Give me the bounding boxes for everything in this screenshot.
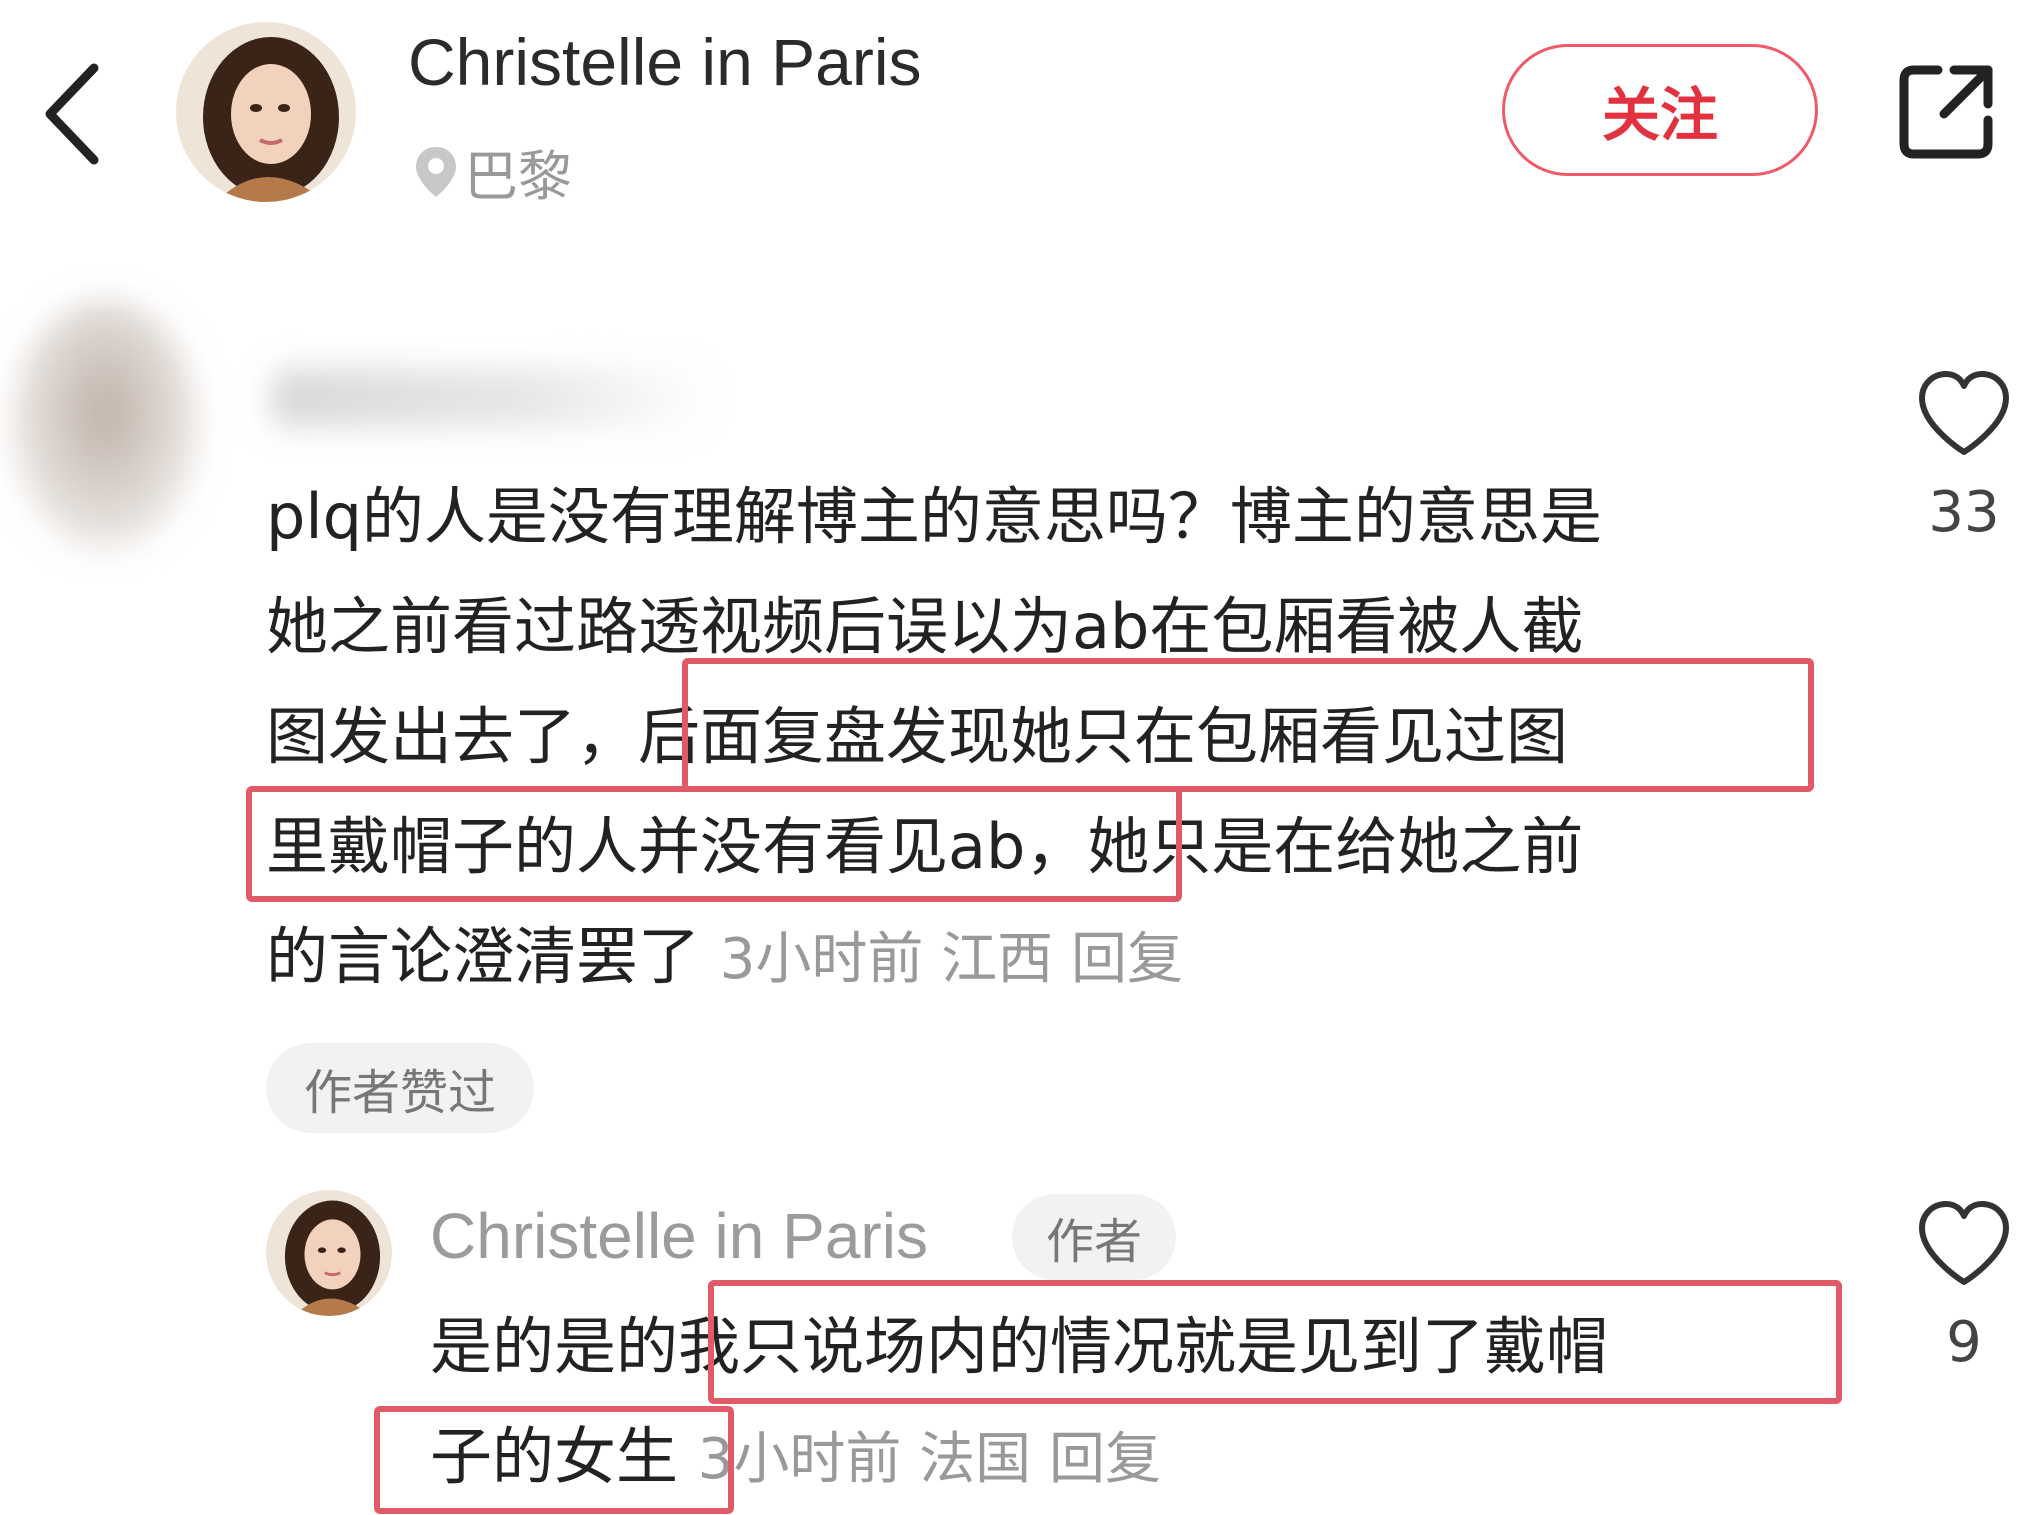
comment-line-5: 的言论澄清罢了 3小时前 江西 回复 [266, 902, 1183, 1015]
heart-icon[interactable] [1914, 368, 2014, 458]
follow-button[interactable]: 关注 [1502, 44, 1818, 176]
author-liked-badge: 作者赞过 [266, 1043, 534, 1133]
author-tag: 作者 [1012, 1194, 1176, 1280]
highlight-box [682, 658, 1814, 792]
location-pin-icon [416, 147, 456, 197]
reply-meta[interactable]: 3小时前 法国 回复 [698, 1427, 1161, 1492]
reply-author-avatar[interactable] [266, 1190, 392, 1316]
reply-author-name[interactable]: Christelle in Paris [430, 1196, 928, 1276]
commenter-avatar-blurred [10, 300, 200, 550]
location-label: 巴黎 [464, 144, 572, 208]
comment-meta[interactable]: 3小时前 江西 回复 [720, 927, 1183, 992]
author-avatar[interactable] [176, 22, 356, 202]
highlight-box [246, 786, 1182, 902]
heart-icon[interactable] [1914, 1198, 2014, 1288]
comment-like-count: 33 [1928, 480, 2000, 545]
share-icon[interactable] [1894, 60, 1998, 164]
comment-line-1: plq的人是没有理解博主的意思吗？博主的意思是 [266, 480, 1602, 553]
commenter-name-blurred [270, 368, 710, 428]
back-icon[interactable] [38, 58, 108, 170]
comment-line-5-text: 的言论澄清罢了 [266, 920, 701, 993]
highlight-box [374, 1406, 734, 1514]
page-title: Christelle in Paris [408, 25, 922, 99]
highlight-box [708, 1280, 1842, 1404]
reply-like-count: 9 [1946, 1310, 1982, 1375]
location-row: 巴黎 [412, 136, 572, 208]
